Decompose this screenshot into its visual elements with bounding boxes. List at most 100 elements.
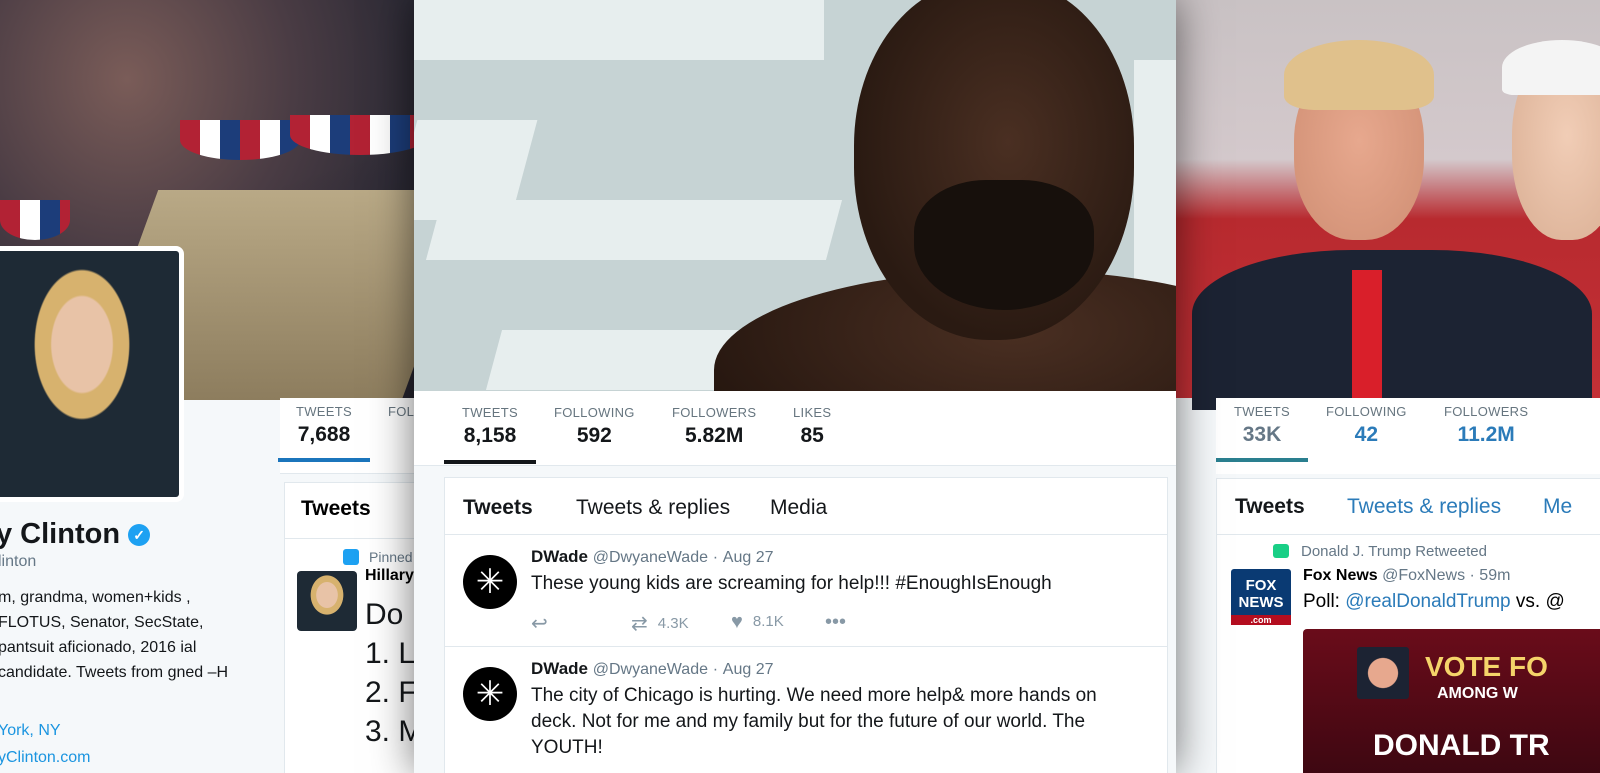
profile-bio: m, grandma, women+kids , FLOTUS, Senator… bbox=[0, 589, 229, 681]
banner-logo-shape bbox=[414, 0, 824, 60]
dwade-logo-icon[interactable]: ✳ bbox=[463, 667, 517, 721]
dwade-stats-bar: TWEETS 8,158 FOLLOWING 592 FOLLOWERS 5.8… bbox=[414, 391, 1176, 466]
retweet-context: Donald J. Trump Retweeted bbox=[1273, 543, 1487, 560]
tab-media[interactable]: Me bbox=[1543, 495, 1572, 519]
tweet-item[interactable]: ✳ DWade @DwyaneWade · Aug 27 These young… bbox=[445, 535, 1167, 647]
stat-label: FOLLOWERS bbox=[672, 405, 757, 420]
fox-news-avatar[interactable]: FOX NEWS .com bbox=[1231, 569, 1291, 625]
fox-logo-text: FOX NEWS bbox=[1238, 577, 1284, 611]
stat-label: LIKES bbox=[793, 405, 832, 420]
tweet-text: Poll: @realDonaldTrump vs. @ bbox=[1303, 591, 1565, 613]
tweet-text-suffix: vs. @ bbox=[1510, 591, 1565, 612]
stat-value: 5.82M bbox=[684, 424, 744, 447]
reply-button[interactable]: ↩ bbox=[531, 611, 558, 636]
retweet-button[interactable]: ⇄ 4.3K bbox=[631, 611, 689, 636]
active-tab-underline bbox=[278, 458, 370, 462]
tab-tweets[interactable]: Tweets bbox=[1235, 495, 1305, 519]
bunting-decoration bbox=[290, 115, 422, 155]
timeline-tabs: Tweets Tweets & replies Media bbox=[445, 478, 1167, 535]
profile-url-link[interactable]: yClinton.com bbox=[0, 749, 90, 767]
tweet-handle[interactable]: @FoxNews bbox=[1382, 567, 1465, 584]
reply-icon: ↩ bbox=[531, 613, 548, 635]
profile-name-text: y Clinton bbox=[0, 518, 121, 550]
stat-tweets[interactable]: TWEETS 7,688 bbox=[296, 404, 352, 447]
bunting-decoration bbox=[0, 200, 70, 240]
stat-label: FOLLOWERS bbox=[1444, 404, 1529, 419]
media-subheadline: AMONG W bbox=[1437, 685, 1518, 702]
stat-followers[interactable]: FOLLOWERS 5.82M bbox=[672, 405, 756, 448]
tab-tweets-replies[interactable]: Tweets & replies bbox=[576, 496, 730, 520]
tweet-time[interactable]: 59m bbox=[1479, 567, 1510, 584]
active-tab-underline bbox=[1216, 458, 1308, 462]
stat-tweets[interactable]: TWEETS 33K bbox=[1234, 404, 1290, 447]
clinton-stats-bar: TWEETS 7,688 FOL bbox=[278, 398, 422, 474]
stat-following[interactable]: FOLLOWING 42 bbox=[1326, 404, 1407, 447]
stat-value: 85 bbox=[800, 424, 824, 447]
profile-location[interactable]: York, NY bbox=[0, 722, 61, 740]
stat-label: FOLLOWING bbox=[1326, 404, 1407, 419]
stat-label: TWEETS bbox=[1234, 404, 1290, 419]
media-portrait bbox=[1357, 647, 1409, 699]
tweet-header: DWade @DwyaneWade · Aug 27 bbox=[531, 659, 774, 679]
tweet-header: DWade @DwyaneWade · Aug 27 bbox=[531, 547, 774, 567]
tweet-item[interactable]: ✳ DWade @DwyaneWade · Aug 27 The city of… bbox=[445, 647, 1167, 773]
tweet-author[interactable]: DWade bbox=[531, 659, 588, 678]
trump-header-image bbox=[1172, 0, 1600, 410]
tweet-date[interactable]: Aug 27 bbox=[723, 549, 774, 566]
clinton-profile-panel: TWEETS 7,688 FOL y Clinton ✓ linton m, g… bbox=[0, 0, 422, 773]
tweet-text-prefix: Poll: bbox=[1303, 591, 1346, 612]
header-person-hair bbox=[1284, 40, 1434, 110]
tweet-author[interactable]: Hillary bbox=[365, 567, 414, 585]
screenshot-root: TWEETS 7,688 FOL y Clinton ✓ linton m, g… bbox=[0, 0, 1600, 773]
stat-value: 42 bbox=[1354, 423, 1379, 446]
retweet-icon bbox=[1273, 544, 1289, 558]
tab-tweets-replies[interactable]: Tweets & replies bbox=[1347, 495, 1501, 519]
dwade-timeline: Tweets Tweets & replies Media ✳ DWade @D… bbox=[444, 477, 1168, 773]
tweet-handle[interactable]: @DwyaneWade bbox=[593, 549, 708, 566]
mention-link[interactable]: @realDonaldTrump bbox=[1345, 591, 1510, 612]
pinned-text: Pinned bbox=[369, 549, 413, 565]
header-tie bbox=[1352, 270, 1382, 400]
bunting-decoration bbox=[180, 120, 300, 160]
tweet-author[interactable]: Fox News bbox=[1303, 567, 1378, 584]
stat-following[interactable]: FOL bbox=[388, 404, 414, 419]
media-name-text: DONALD TR bbox=[1373, 729, 1550, 762]
header-person-hair bbox=[1502, 40, 1600, 95]
tweet-media-image[interactable]: VOTE FO AMONG W DONALD TR bbox=[1303, 629, 1600, 773]
tab-media[interactable]: Media bbox=[770, 496, 827, 520]
tab-tweets[interactable]: Tweets bbox=[285, 483, 422, 539]
like-button[interactable]: ♥ 8.1K bbox=[731, 611, 784, 634]
stat-value: 8,158 bbox=[463, 424, 517, 447]
pin-icon bbox=[343, 549, 359, 565]
tweet-author[interactable]: DWade bbox=[531, 547, 588, 566]
clinton-avatar[interactable] bbox=[0, 246, 184, 502]
tweet-date[interactable]: Aug 27 bbox=[723, 661, 774, 678]
stat-value: 33K bbox=[1242, 423, 1282, 446]
profile-handle: linton bbox=[0, 553, 37, 570]
stat-label: TWEETS bbox=[296, 404, 352, 419]
dwade-header-image bbox=[414, 0, 1176, 391]
dwade-logo-icon[interactable]: ✳ bbox=[463, 555, 517, 609]
stat-likes[interactable]: LIKES 85 bbox=[793, 405, 831, 448]
tweet-separator: · bbox=[712, 549, 719, 566]
trump-profile-panel: TWEETS 33K FOLLOWING 42 FOLLOWERS 11.2M … bbox=[1172, 0, 1600, 773]
tweet-handle[interactable]: @DwyaneWade bbox=[593, 661, 708, 678]
heart-icon: ♥ bbox=[731, 611, 743, 633]
tweet-text: The city of Chicago is hurting. We need … bbox=[531, 685, 1097, 758]
trump-timeline: Tweets Tweets & replies Me Donald J. Tru… bbox=[1216, 478, 1600, 773]
retweet-context-text: Donald J. Trump Retweeted bbox=[1301, 543, 1487, 560]
header-person-beard bbox=[914, 180, 1094, 310]
stat-following[interactable]: FOLLOWING 592 bbox=[554, 405, 635, 448]
tab-tweets[interactable]: Tweets bbox=[463, 496, 533, 520]
trump-stats-bar: TWEETS 33K FOLLOWING 42 FOLLOWERS 11.2M bbox=[1216, 398, 1600, 474]
media-headline: VOTE FO bbox=[1425, 651, 1548, 682]
more-button[interactable]: ••• bbox=[825, 611, 856, 634]
more-icon: ••• bbox=[825, 611, 847, 633]
stat-followers[interactable]: FOLLOWERS 11.2M bbox=[1444, 404, 1528, 447]
verified-badge-icon: ✓ bbox=[128, 524, 151, 546]
timeline-tabs: Tweets Tweets & replies Me bbox=[1217, 479, 1600, 535]
stat-tweets[interactable]: TWEETS 8,158 bbox=[462, 405, 518, 448]
stat-label: FOLLOWING bbox=[554, 405, 635, 420]
stat-value: 592 bbox=[576, 424, 612, 447]
tweet-avatar[interactable] bbox=[297, 571, 357, 631]
